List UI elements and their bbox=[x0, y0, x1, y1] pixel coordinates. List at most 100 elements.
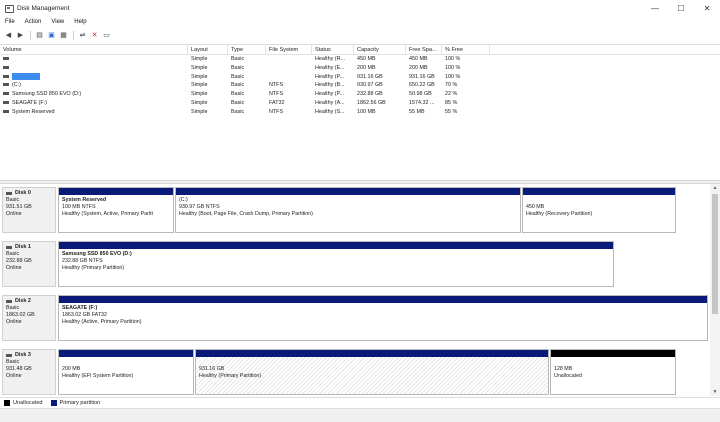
column-header-status[interactable]: Status bbox=[312, 45, 354, 54]
partition-status: Unallocated bbox=[554, 373, 582, 379]
volume-icon bbox=[3, 92, 9, 96]
pct-cell: 85 % bbox=[445, 99, 458, 106]
window-controls: — ☐ ✕ bbox=[642, 0, 720, 16]
partition[interactable]: (C:) 930.97 GB NTFS Healthy (Boot, Page … bbox=[175, 187, 521, 233]
vertical-scrollbar[interactable]: ▲ ▼ bbox=[710, 184, 720, 396]
partition-size: 930.97 GB NTFS bbox=[179, 204, 220, 210]
table-row[interactable]: SEAGATE (F:) Simple Basic FAT32 Healthy … bbox=[0, 99, 720, 108]
free-cell: 650.22 GB bbox=[409, 82, 435, 89]
disk-size: 1863.02 GB bbox=[6, 312, 35, 318]
volume-icon bbox=[3, 101, 9, 105]
free-cell: 931.16 GB bbox=[409, 73, 435, 80]
disk-label[interactable]: Disk 1 Basic 232.88 GB Online bbox=[2, 241, 56, 287]
type-cell: Basic bbox=[231, 73, 245, 80]
table-row[interactable]: (C:) Simple Basic NTFS Healthy (B... 930… bbox=[0, 81, 720, 90]
delete-icon[interactable]: ✕ bbox=[89, 30, 100, 41]
table-row[interactable]: Samsung SSD 850 EVO (D:) Simple Basic NT… bbox=[0, 90, 720, 99]
settings-icon[interactable]: ▭ bbox=[101, 30, 112, 41]
menu-view[interactable]: View bbox=[46, 19, 69, 25]
partition[interactable]: 200 MB Healthy (EFI System Partition) bbox=[58, 349, 194, 395]
capacity-cell: 931.16 GB bbox=[357, 73, 383, 80]
capacity-cell: 232.88 GB bbox=[357, 91, 383, 98]
properties-icon[interactable]: ▦ bbox=[58, 30, 69, 41]
menu-help[interactable]: Help bbox=[69, 19, 91, 25]
minimize-button[interactable]: — bbox=[642, 0, 668, 16]
partition-status: Healthy (Recovery Partition) bbox=[526, 211, 593, 217]
partition[interactable]: System Reserved 100 MB NTFS Healthy (Sys… bbox=[58, 187, 174, 233]
volume-name: System Reserved bbox=[12, 108, 55, 115]
free-cell: 1574.32 ... bbox=[409, 99, 435, 106]
partition[interactable]: SEAGATE (F:) 1863.02 GB FAT32 Healthy (A… bbox=[58, 295, 708, 341]
disk-status: Online bbox=[6, 373, 22, 379]
table-row[interactable]: System Reserved Simple Basic NTFS Health… bbox=[0, 108, 720, 117]
pct-cell: 22 % bbox=[445, 91, 458, 98]
back-arrow-icon[interactable]: ◀ bbox=[3, 30, 14, 41]
forward-arrow-icon[interactable]: ▶ bbox=[15, 30, 26, 41]
partition-name: SEAGATE (F:) bbox=[62, 305, 98, 311]
disk-row: Disk 0 Basic 931.51 GB Online System Res… bbox=[0, 184, 710, 236]
partition-selected[interactable]: 931.16 GB Healthy (Primary Partition) bbox=[195, 349, 549, 395]
disk-label[interactable]: Disk 3 Basic 931.48 GB Online bbox=[2, 349, 56, 395]
partition[interactable]: Samsung SSD 850 EVO (D:) 232.88 GB NTFS … bbox=[58, 241, 614, 287]
status-bar bbox=[0, 408, 720, 422]
column-header-file-system[interactable]: File System bbox=[266, 45, 312, 54]
disk-name: Disk 0 bbox=[15, 190, 31, 196]
partition[interactable]: 450 MB Healthy (Recovery Partition) bbox=[522, 187, 676, 233]
layout-cell: Simple bbox=[191, 64, 208, 71]
status-cell: Healthy (P... bbox=[315, 73, 344, 80]
menu-action[interactable]: Action bbox=[20, 19, 47, 25]
legend: Unallocated Primary partition bbox=[0, 397, 720, 408]
disk-label[interactable]: Disk 2 Basic 1863.02 GB Online bbox=[2, 295, 56, 341]
type-cell: Basic bbox=[231, 64, 245, 71]
column-header-percent-free[interactable]: % Free bbox=[442, 45, 490, 54]
unallocated-bar bbox=[551, 350, 675, 357]
free-cell: 50.98 GB bbox=[409, 91, 432, 98]
disk-icon bbox=[6, 300, 12, 303]
column-header-type[interactable]: Type bbox=[228, 45, 266, 54]
layout-cell: Simple bbox=[191, 108, 208, 115]
column-header-free-space[interactable]: Free Spa... bbox=[406, 45, 442, 54]
disk-list-icon[interactable]: ▤ bbox=[34, 30, 45, 41]
scroll-down-icon[interactable]: ▼ bbox=[710, 388, 720, 396]
table-row[interactable]: Simple Basic Healthy (P... 931.16 GB 931… bbox=[0, 72, 720, 82]
unallocated-partition[interactable]: 128 MB Unallocated bbox=[550, 349, 676, 395]
table-row[interactable]: Simple Basic Healthy (R... 450 MB 450 MB… bbox=[0, 55, 720, 64]
scroll-up-icon[interactable]: ▲ bbox=[710, 184, 720, 192]
help-icon[interactable]: ▣ bbox=[46, 30, 57, 41]
disk-type: Basic bbox=[6, 359, 20, 365]
window-title: Disk Management bbox=[17, 4, 70, 12]
column-header-volume[interactable]: Volume bbox=[0, 45, 188, 54]
partition-name bbox=[526, 197, 672, 204]
selected-volume-name[interactable] bbox=[12, 72, 40, 80]
partition-size: 232.88 GB NTFS bbox=[62, 258, 103, 264]
toolbar-separator bbox=[73, 30, 74, 40]
capacity-cell: 450 MB bbox=[357, 56, 376, 62]
maximize-button[interactable]: ☐ bbox=[668, 0, 694, 16]
status-cell: Healthy (E... bbox=[315, 64, 345, 71]
type-cell: Basic bbox=[231, 99, 245, 106]
volume-icon bbox=[3, 74, 9, 78]
disk-label[interactable]: Disk 0 Basic 931.51 GB Online bbox=[2, 187, 56, 233]
fs-cell bbox=[266, 64, 312, 73]
volume-icon bbox=[3, 109, 9, 113]
column-header-layout[interactable]: Layout bbox=[188, 45, 228, 54]
connect-icon[interactable]: ⇌ bbox=[77, 30, 88, 41]
capacity-cell: 100 MB bbox=[357, 108, 376, 115]
disk-icon bbox=[6, 246, 12, 249]
menu-file[interactable]: File bbox=[0, 19, 20, 25]
disk-size: 232.88 GB bbox=[6, 258, 32, 264]
disk-status: Online bbox=[6, 265, 22, 271]
title-bar: Disk Management — ☐ ✕ bbox=[0, 0, 720, 16]
capacity-cell: 200 MB bbox=[357, 64, 376, 71]
partition-name: Samsung SSD 850 EVO (D:) bbox=[62, 251, 132, 257]
disk-status: Online bbox=[6, 319, 22, 325]
partition-status: Healthy (Active, Primary Partition) bbox=[62, 319, 142, 325]
disk-name: Disk 1 bbox=[15, 244, 31, 250]
primary-partition-swatch bbox=[50, 400, 57, 406]
column-header-capacity[interactable]: Capacity bbox=[354, 45, 406, 54]
disk-row: Disk 3 Basic 931.48 GB Online 200 MB Hea… bbox=[0, 346, 710, 396]
scrollbar-thumb[interactable] bbox=[712, 194, 718, 314]
close-button[interactable]: ✕ bbox=[694, 0, 720, 16]
table-row[interactable]: Simple Basic Healthy (E... 200 MB 200 MB… bbox=[0, 64, 720, 73]
layout-cell: Simple bbox=[191, 56, 208, 62]
